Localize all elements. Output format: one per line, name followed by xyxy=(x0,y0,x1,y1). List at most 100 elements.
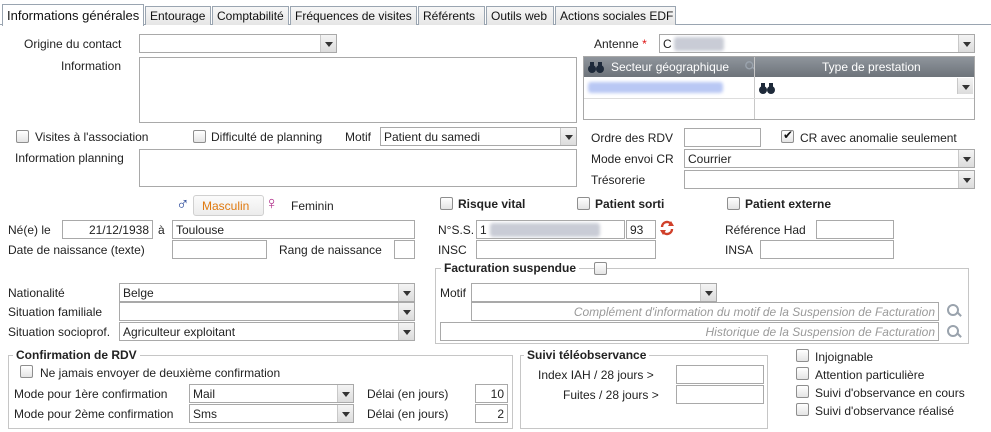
suivi-observance-realise-label: Suivi d'observance réalisé xyxy=(815,404,955,418)
patient-sorti-checkbox[interactable] xyxy=(577,197,590,210)
date-naissance-texte-input[interactable] xyxy=(172,240,267,259)
cr-anomalie-checkbox[interactable] xyxy=(781,128,794,143)
secteur-table-row[interactable] xyxy=(584,77,974,99)
search-icon[interactable] xyxy=(946,324,962,340)
reference-had-label: Référence Had xyxy=(725,223,806,237)
lieu-naissance-input[interactable]: Toulouse xyxy=(172,220,415,239)
tab-actions-sociales-edf[interactable]: Actions sociales EDF xyxy=(555,6,676,25)
tab-entourage[interactable]: Entourage xyxy=(145,6,211,25)
situation-familiale-label: Situation familiale xyxy=(8,305,103,319)
tab-bar: Informations générales Entourage Comptab… xyxy=(0,4,991,26)
injoignable-checkbox[interactable] xyxy=(796,349,809,362)
complement-motif-input[interactable]: Complément d'information du motif de la … xyxy=(471,302,939,321)
ne-jamais-checkbox[interactable] xyxy=(20,365,33,378)
nss-label: N°S.S. xyxy=(438,223,475,237)
delai1-label: Délai (en jours) xyxy=(367,387,449,401)
historique-suspension-input[interactable]: Historique de la Suspension de Facturati… xyxy=(440,322,939,341)
risque-vital-label: Risque vital xyxy=(458,197,526,211)
tab-comptabilite[interactable]: Comptabilité xyxy=(212,6,289,25)
index-iah-input[interactable] xyxy=(676,365,764,384)
insc-label: INSC xyxy=(438,243,467,257)
ordre-rdv-label: Ordre des RDV xyxy=(591,131,674,145)
patient-externe-label: Patient externe xyxy=(745,197,832,211)
information-planning-label: Information planning xyxy=(15,151,124,165)
delai2-label: Délai (en jours) xyxy=(367,407,449,421)
antenne-label: Antenne * xyxy=(594,37,647,51)
insa-input[interactable] xyxy=(760,240,894,259)
nationalite-select[interactable]: Belge xyxy=(119,283,415,302)
insc-input[interactable] xyxy=(476,240,656,259)
risque-vital-checkbox[interactable] xyxy=(440,197,453,210)
situation-socioprof-label: Situation socioprof. xyxy=(8,325,111,339)
mode1-select[interactable]: Mail xyxy=(189,384,354,403)
mode2-label: Mode pour 2ème confirmation xyxy=(14,407,174,421)
insa-label: INSA xyxy=(725,243,754,257)
refresh-icon[interactable] xyxy=(659,220,675,236)
reference-had-input[interactable] xyxy=(816,220,894,239)
tab-informations-generales[interactable]: Informations générales xyxy=(2,4,144,26)
ordre-rdv-input[interactable] xyxy=(684,128,761,147)
attention-particuliere-checkbox[interactable] xyxy=(796,367,809,380)
information-textarea[interactable] xyxy=(139,57,577,123)
mode-envoi-cr-select[interactable]: Courrier xyxy=(684,149,975,168)
suivi-observance-en-cours-checkbox[interactable] xyxy=(796,385,809,398)
type-prestation-header: Type de prestation xyxy=(822,60,921,74)
attention-particuliere-label: Attention particulière xyxy=(815,368,925,382)
facturation-suspendue-legend: Facturation suspendue xyxy=(441,261,580,275)
rang-naissance-label: Rang de naissance xyxy=(279,243,382,257)
situation-familiale-select[interactable] xyxy=(119,302,415,321)
patient-externe-checkbox[interactable] xyxy=(727,197,740,210)
nss-key-input[interactable]: 93 xyxy=(626,220,656,239)
ne-le-label: Né(e) le xyxy=(8,223,51,237)
secteur-value-redacted xyxy=(588,82,723,93)
facturation-suspendue-checkbox[interactable] xyxy=(594,262,607,275)
information-planning-textarea[interactable] xyxy=(139,149,577,187)
visites-association-checkbox[interactable] xyxy=(16,130,29,143)
delai1-input[interactable]: 10 xyxy=(475,384,508,403)
suivi-observance-realise-checkbox[interactable] xyxy=(796,403,809,416)
fuites-label: Fuites / 28 jours > xyxy=(563,388,659,402)
cr-anomalie-label: CR avec anomalie seulement xyxy=(800,131,957,145)
tresorerie-select[interactable] xyxy=(684,170,975,189)
binoculars-icon[interactable] xyxy=(587,60,605,74)
secteur-table: Secteur géographique Type de prestation xyxy=(583,56,975,120)
masculin-button[interactable]: Masculin xyxy=(193,195,264,216)
type-prestation-select[interactable] xyxy=(778,78,973,96)
mode-envoi-cr-label: Mode envoi CR xyxy=(591,152,674,166)
injoignable-label: Injoignable xyxy=(815,350,874,364)
antenne-select[interactable]: Cx xyxy=(659,34,975,53)
motif-label: Motif xyxy=(345,130,372,144)
mode2-select[interactable]: Sms xyxy=(189,404,354,423)
search-icon[interactable] xyxy=(946,303,962,319)
male-symbol-icon: ♂ xyxy=(176,194,190,214)
confirmation-rdv-legend: Confirmation de RDV xyxy=(13,348,140,362)
situation-socioprof-select[interactable]: Agriculteur exploitant xyxy=(119,322,415,341)
ne-jamais-label: Ne jamais envoyer de deuxième confirmati… xyxy=(40,366,281,380)
feminin-button[interactable]: Feminin xyxy=(291,199,334,213)
tab-referents[interactable]: Référents xyxy=(418,6,485,25)
difficulte-planning-label: Difficulté de planning xyxy=(211,130,323,144)
binoculars-icon[interactable] xyxy=(758,81,776,95)
nationalite-label: Nationalité xyxy=(8,286,65,300)
masculin-label: Masculin xyxy=(202,199,250,213)
index-iah-label: Index IAH / 28 jours > xyxy=(538,368,654,382)
date-naissance-texte-label: Date de naissance (texte) xyxy=(8,243,145,257)
teleobservance-legend: Suivi téléobservance xyxy=(524,348,650,362)
nss-input[interactable]: 1 x xyxy=(476,220,625,239)
fuites-input[interactable] xyxy=(676,385,764,404)
facturation-motif-label: Motif xyxy=(440,286,467,300)
suivi-observance-en-cours-label: Suivi d'observance en cours xyxy=(815,386,965,400)
rang-naissance-input[interactable] xyxy=(394,240,415,259)
origine-contact-label: Origine du contact xyxy=(24,37,122,51)
patient-sorti-label: Patient sorti xyxy=(595,197,665,211)
date-naissance-input[interactable]: 21/12/1938 xyxy=(62,220,153,239)
delai2-input[interactable]: 2 xyxy=(475,404,508,423)
origine-contact-select[interactable] xyxy=(139,34,337,53)
difficulte-planning-checkbox[interactable] xyxy=(193,130,206,143)
facturation-motif-select[interactable] xyxy=(471,283,717,302)
a-label: à xyxy=(158,223,165,237)
motif-select[interactable]: Patient du samedi xyxy=(380,127,577,146)
tab-outils-web[interactable]: Outils web xyxy=(486,6,554,25)
tab-frequences-de-visites[interactable]: Fréquences de visites xyxy=(290,6,417,25)
visites-association-label: Visites à l'association xyxy=(35,130,149,144)
